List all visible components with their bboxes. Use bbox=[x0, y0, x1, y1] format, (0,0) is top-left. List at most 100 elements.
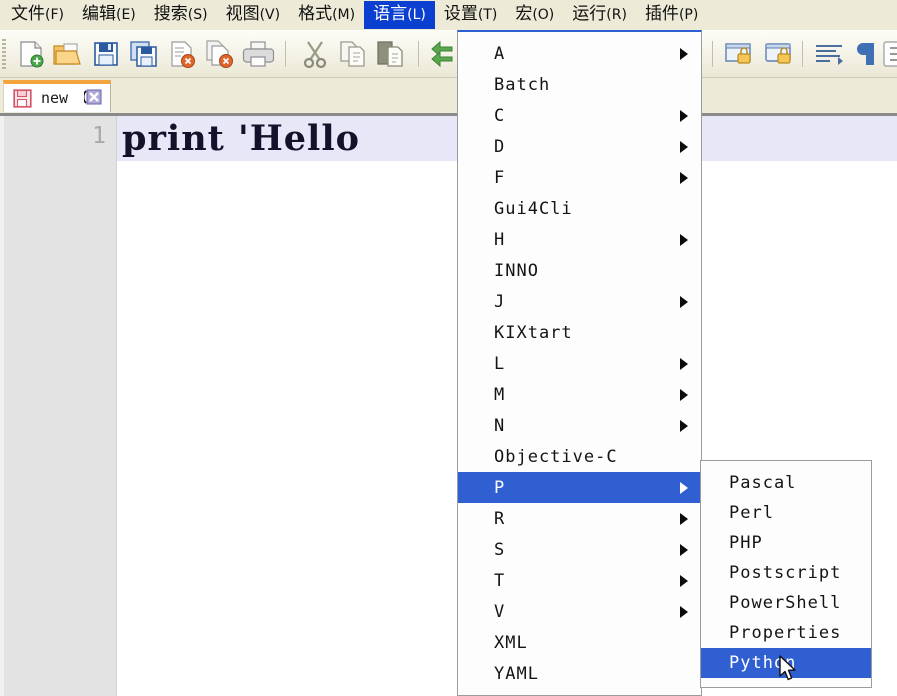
menu-label: 语言 bbox=[373, 4, 408, 24]
new-file-icon[interactable] bbox=[14, 38, 48, 70]
toolbar bbox=[0, 30, 897, 78]
language-menu-label: Gui4Cli bbox=[494, 198, 573, 219]
unsaved-file-icon bbox=[13, 88, 32, 108]
language-menu-item[interactable]: XML bbox=[458, 627, 701, 658]
language-menu-item[interactable]: F bbox=[458, 162, 701, 193]
print-icon[interactable] bbox=[241, 38, 275, 70]
zoom-in-lock-icon[interactable] bbox=[722, 38, 756, 70]
submenu-arrow-icon bbox=[680, 388, 688, 401]
menu-language[interactable]: 语言(L) bbox=[364, 1, 435, 29]
language-menu-item[interactable]: A bbox=[458, 38, 701, 69]
language-menu-label: D bbox=[494, 136, 506, 157]
language-menu-label: Batch bbox=[494, 74, 551, 95]
word-wrap-icon[interactable] bbox=[812, 38, 846, 70]
language-menu-label: KIXtart bbox=[494, 322, 573, 343]
language-menu-item[interactable]: Batch bbox=[458, 69, 701, 100]
p-submenu-item[interactable]: PowerShell bbox=[701, 588, 871, 618]
p-submenu-item[interactable]: Postscript bbox=[701, 558, 871, 588]
language-menu-item[interactable]: INNO bbox=[458, 255, 701, 286]
menu-accelerator: (V) bbox=[259, 7, 281, 23]
submenu-arrow-icon bbox=[680, 543, 688, 556]
submenu-arrow-icon bbox=[680, 171, 688, 184]
p-submenu-label: Python bbox=[729, 653, 797, 673]
menu-accelerator: (F) bbox=[45, 7, 64, 23]
menu-plugins[interactable]: 插件(P) bbox=[636, 1, 707, 29]
language-dropdown-menu[interactable]: A Batch C D F Gui4Cli H INNO J KIXtart L M N Objectiv… bbox=[457, 30, 702, 696]
close-all-icon[interactable] bbox=[203, 38, 237, 70]
language-menu-label: V bbox=[494, 601, 506, 622]
menu-format[interactable]: 格式(M) bbox=[289, 1, 364, 29]
code-line: print 'Hello bbox=[122, 118, 360, 159]
p-submenu-label: Postscript bbox=[729, 563, 842, 583]
submenu-arrow-icon bbox=[680, 574, 688, 587]
p-submenu-label: Pascal bbox=[729, 473, 797, 493]
close-file-icon[interactable] bbox=[165, 38, 199, 70]
menu-settings[interactable]: 设置(T) bbox=[435, 1, 506, 29]
zoom-out-lock-icon[interactable] bbox=[762, 38, 796, 70]
menu-accelerator: (P) bbox=[678, 7, 699, 23]
line-number: 1 bbox=[92, 123, 106, 149]
p-submenu-item[interactable]: PHP bbox=[701, 528, 871, 558]
language-menu-label: S bbox=[494, 539, 506, 560]
menu-accelerator: (M) bbox=[332, 7, 356, 23]
menu-label: 运行 bbox=[572, 4, 607, 24]
language-menu-item[interactable]: J bbox=[458, 286, 701, 317]
toolbar-grip[interactable] bbox=[2, 39, 6, 69]
language-menu-label: Objective-C bbox=[494, 446, 618, 467]
language-menu-item[interactable]: D bbox=[458, 131, 701, 162]
language-menu-item[interactable]: M bbox=[458, 379, 701, 410]
paste-icon[interactable] bbox=[374, 38, 408, 70]
language-menu-item[interactable]: YAML bbox=[458, 658, 701, 689]
p-submenu-item[interactable]: Perl bbox=[701, 498, 871, 528]
language-menu-label: L bbox=[494, 353, 506, 374]
open-folder-icon[interactable] bbox=[51, 38, 85, 70]
menu-accelerator: (R) bbox=[606, 7, 627, 23]
menu-bar: 文件(F) 编辑(E) 搜索(S) 视图(V) 格式(M) 语言(L) 设置(T) 宏(O) 运… bbox=[0, 0, 897, 30]
language-menu-label: XML bbox=[494, 632, 528, 653]
p-submenu[interactable]: Pascal Perl PHP Postscript PowerShell Propert… bbox=[700, 460, 872, 688]
language-menu-item[interactable]: Objective-C bbox=[458, 441, 701, 472]
p-submenu-label: Perl bbox=[729, 503, 774, 523]
menu-accelerator: (E) bbox=[115, 7, 136, 23]
language-menu-label: R bbox=[494, 508, 506, 529]
menu-label: 宏 bbox=[515, 4, 533, 24]
submenu-arrow-icon bbox=[680, 233, 688, 246]
language-menu-item[interactable]: S bbox=[458, 534, 701, 565]
language-menu-item[interactable]: KIXtart bbox=[458, 317, 701, 348]
language-menu-item[interactable]: C bbox=[458, 100, 701, 131]
language-menu-item[interactable]: L bbox=[458, 348, 701, 379]
submenu-arrow-icon bbox=[680, 481, 688, 494]
language-menu-item[interactable]: Gui4Cli bbox=[458, 193, 701, 224]
language-menu-item[interactable]: P bbox=[458, 472, 701, 503]
submenu-arrow-icon bbox=[680, 512, 688, 525]
menu-view[interactable]: 视图(V) bbox=[217, 1, 290, 29]
menu-macro[interactable]: 宏(O) bbox=[506, 1, 563, 29]
p-submenu-item[interactable]: Properties bbox=[701, 618, 871, 648]
menu-search[interactable]: 搜索(S) bbox=[145, 1, 217, 29]
close-tab-icon[interactable] bbox=[82, 89, 102, 107]
p-submenu-item[interactable]: Pascal bbox=[701, 468, 871, 498]
tab-new[interactable]: new bbox=[3, 80, 112, 112]
p-submenu-item[interactable]: Python bbox=[701, 648, 871, 678]
language-menu-item[interactable]: R bbox=[458, 503, 701, 534]
language-menu-label: INNO bbox=[494, 260, 539, 281]
language-menu-item[interactable]: N bbox=[458, 410, 701, 441]
menu-run[interactable]: 运行(R) bbox=[563, 1, 636, 29]
save-icon[interactable] bbox=[89, 38, 123, 70]
menu-label: 文件 bbox=[11, 4, 45, 24]
show-all-chars-icon[interactable] bbox=[882, 38, 897, 70]
submenu-arrow-icon bbox=[680, 419, 688, 432]
language-menu-item[interactable]: T bbox=[458, 565, 701, 596]
language-menu-label: N bbox=[494, 415, 506, 436]
language-menu-item[interactable]: V bbox=[458, 596, 701, 627]
language-menu-item[interactable]: H bbox=[458, 224, 701, 255]
menu-label: 格式 bbox=[298, 4, 333, 24]
save-all-icon[interactable] bbox=[127, 38, 161, 70]
show-paragraph-icon[interactable] bbox=[850, 38, 884, 70]
menu-file[interactable]: 文件(F) bbox=[2, 1, 73, 29]
copy-icon[interactable] bbox=[336, 38, 370, 70]
toolbar-separator-4 bbox=[802, 41, 803, 67]
cut-icon[interactable] bbox=[298, 38, 332, 70]
language-menu-label: YAML bbox=[494, 663, 539, 684]
menu-edit[interactable]: 编辑(E) bbox=[73, 1, 145, 29]
